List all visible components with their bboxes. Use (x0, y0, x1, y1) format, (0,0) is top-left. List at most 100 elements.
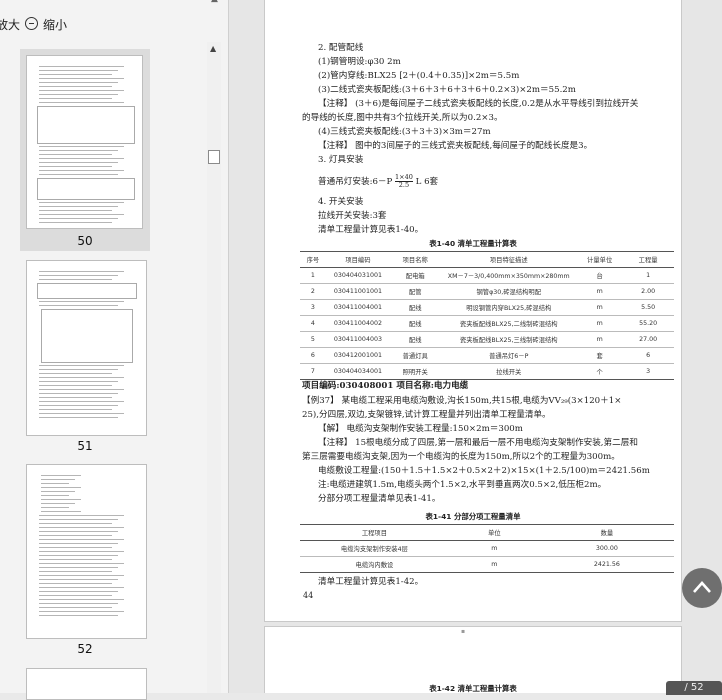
table-cell: 030404031001 (325, 267, 391, 284)
next-document-page: ▪ 表1-42 清单工程量计算表 (264, 626, 682, 693)
scrollbar-thumb[interactable] (208, 150, 220, 164)
table-cell: 配管 (390, 283, 441, 300)
table-header-cell: 序号 (300, 251, 326, 268)
text-line: 清单工程量计算见表1-40。 (318, 225, 424, 235)
thumbnail-page-51[interactable]: 51 (20, 258, 150, 458)
thumbnail-text-line (39, 381, 118, 382)
thumbnail-figure (41, 309, 133, 363)
thumbnail-text-line (39, 365, 124, 366)
text-line: 【注释】 (3＋6)是每间屋子二线式瓷夹板配线的长度,0.2是从水平导线引到拉线… (318, 99, 639, 109)
table-cell: 钢管φ30,砖混结构明配 (440, 283, 578, 300)
thumbnail-text-line (39, 405, 118, 406)
scroll-up-arrow-icon[interactable]: ▲ (211, 0, 218, 4)
thumbnail-text-line (39, 66, 124, 67)
thumbnail-text-line (39, 409, 112, 410)
table-cell: m (577, 331, 623, 348)
table-cell: 个 (577, 363, 623, 380)
text-line: 【例37】 某电缆工程采用电缆沟敷设,沟长150m,共15根,电缆为VV₂₉(3… (302, 396, 622, 406)
table-header-cell: 数量 (539, 524, 674, 541)
thumbnail-text-line (39, 78, 124, 79)
table-cell: 台 (577, 267, 623, 284)
chevron-up-icon (693, 581, 711, 593)
text-line: 【注释】 15根电缆分成了四层,第一层和最后一层不用电缆沟支架制作安装,第二层和 (318, 438, 638, 448)
thumbnail-image (26, 260, 147, 436)
table-cell: 1 (622, 267, 674, 284)
thumbnail-text-line (41, 503, 75, 504)
thumbnail-text-line (41, 499, 81, 500)
table-cell: 普通吊灯6－P (440, 347, 578, 364)
text-line: 清单工程量计算见表1-42。 (318, 577, 424, 587)
table-cell: 1 (300, 267, 326, 284)
text-line: (2)管内穿线:BLX25 [2＋(0.4＋0.35)]×2m＝5.5m (318, 71, 520, 81)
thumbnail-text-line (39, 611, 124, 612)
table-cell: 4 (300, 315, 326, 332)
table-cell: 3 (622, 363, 674, 380)
thumbnail-text-line (39, 615, 118, 616)
text-line: (4)三线式瓷夹板配线:(3＋3＋3)×3m＝27m (318, 127, 491, 137)
table-cell: 6 (622, 347, 674, 364)
table-cell: 300.00 (539, 540, 674, 557)
table-cell: 27.00 (622, 331, 674, 348)
table-cell: 030411004001 (325, 299, 391, 316)
table-cell: 030412001001 (325, 347, 391, 364)
thumbnail-text-line (39, 218, 118, 219)
table-row: 电缆沟支架制作安装4层 m 300.00 (300, 540, 674, 557)
table-cell: 2 (300, 283, 326, 300)
thumbnail-text-line (39, 555, 118, 556)
sidebar-scrollbar[interactable]: ▲ (207, 42, 221, 693)
table-cell: m (448, 540, 540, 557)
table-cell: 5.50 (622, 299, 674, 316)
table-cell: 3 (300, 299, 326, 316)
thumbnail-text-line (39, 369, 118, 370)
back-to-top-button[interactable] (682, 568, 722, 608)
thumbnail-image-partial[interactable] (26, 668, 147, 700)
thumbnail-text-line (39, 539, 124, 540)
table-row: 7 030404034001 照明开关 拉线开关个 3 (300, 363, 674, 380)
thumbnail-text-line (41, 483, 69, 484)
thumbnail-text-line (39, 146, 124, 147)
thumbnail-text-line (39, 515, 124, 516)
table-header-cell: 工程量 (622, 251, 674, 268)
text-line: 3. 灯具安装 (318, 155, 364, 165)
table-cell: 7 (300, 363, 326, 380)
thumbnail-text-line (39, 86, 112, 87)
table-row: 5 030411004003 配线 瓷夹板配线BLX25,三线制砖混结构 m 27.00 (300, 331, 674, 348)
fraction: 1×40 2.5 (395, 174, 413, 189)
table-cell: 030404034001 (325, 363, 391, 380)
thumbnail-text-line (39, 102, 124, 103)
thumbnail-text-line (39, 397, 112, 398)
thumbnail-label: 52 (77, 642, 93, 656)
thumbnail-text-line (39, 567, 118, 568)
table-cell: 2421.56 (539, 556, 674, 573)
thumbnail-page-50[interactable]: 50 (20, 49, 150, 251)
thumbnail-text-line (39, 417, 118, 418)
zoom-in-button[interactable]: 放大 (0, 16, 20, 33)
table-cell: 030411004003 (325, 331, 391, 348)
thumbnail-text-line (39, 222, 112, 223)
thumbnail-text-line (41, 511, 81, 512)
text-line: (1)钢管明设:φ30 2m (318, 57, 401, 67)
thumbnail-text-line (39, 150, 118, 151)
table-header-cell: 项目名称 (390, 251, 441, 268)
thumbnail-text-line (39, 74, 112, 75)
zoom-out-icon[interactable] (25, 17, 38, 30)
table-header-cell: 工程项目 (300, 524, 449, 541)
thumbnail-sidebar: ▲ 放大 缩小 50 51 52 ▲ (0, 0, 229, 700)
zoom-out-button[interactable]: 缩小 (43, 16, 67, 33)
table-cell: 配线 (390, 315, 441, 332)
document-view[interactable]: 2. 配管配线 (1)钢管明设:φ30 2m (2)管内穿线:BLX25 [2＋… (229, 0, 722, 693)
thumbnail-text-line (39, 271, 124, 272)
thumbnail-text-line (39, 162, 118, 163)
table-cell: XM－7－3/0,400mm×350mm×280mm (440, 267, 578, 284)
thumbnail-page-52[interactable]: 52 (20, 462, 150, 662)
text-line: 4. 开关安装 (318, 197, 364, 207)
thumbnail-text-line (39, 385, 112, 386)
thumbnail-text-line (39, 393, 118, 394)
thumbnail-text-line (39, 401, 124, 402)
thumbnail-text-line (39, 206, 118, 207)
thumbnail-label: 50 (77, 234, 93, 248)
scrollbar-up-arrow-icon[interactable]: ▲ (210, 44, 216, 53)
table-cell: 55.20 (622, 315, 674, 332)
table-cell: 配线 (390, 331, 441, 348)
text-line: 2. 配管配线 (318, 43, 364, 53)
